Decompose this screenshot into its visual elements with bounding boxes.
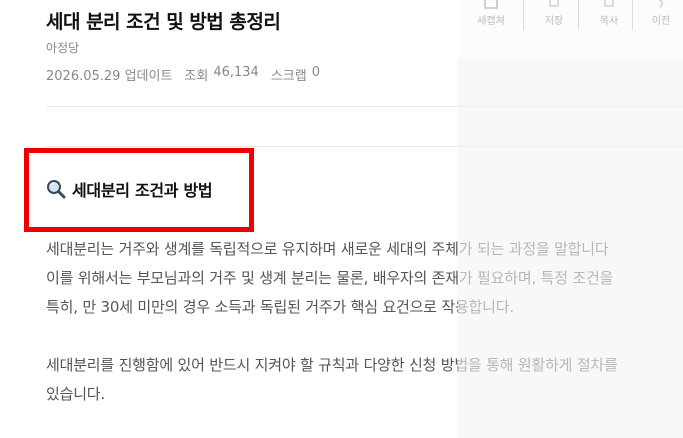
save-label: 저장	[544, 16, 564, 27]
save-button[interactable]: 저장	[529, 0, 579, 27]
save-icon	[549, 0, 559, 7]
article-title: 세대 분리 조건 및 방법 총정리	[46, 11, 281, 33]
scrap-count-value: 0	[311, 65, 320, 80]
new-capture-label: 새캡쳐	[477, 16, 505, 27]
paragraph-line: 있습니다.	[46, 385, 105, 403]
view-count-label: 조회	[184, 69, 209, 84]
copy-button[interactable]: 복사	[584, 0, 634, 27]
scrap-count: 스크랩 0	[271, 65, 320, 84]
view-count-value: 46,134	[213, 65, 259, 80]
undo-label: 이전	[651, 16, 671, 27]
paragraph-line: 특히, 만 30세 미만의 경우 소득과 독립된 거주가 핵심 요건으로 작용합…	[46, 298, 514, 316]
toolbar-divider	[523, 0, 524, 30]
toolbar-divider	[632, 0, 633, 30]
capture-icon	[484, 0, 498, 9]
toolbar-divider	[578, 0, 579, 30]
copy-icon	[604, 0, 614, 7]
article-meta: 2026.05.29 업데이트 조회 46,134 스크랩 0	[46, 65, 320, 84]
update-date: 2026.05.29 업데이트	[46, 69, 173, 84]
capture-toolbar: 새캡쳐 저장 복사 이전	[458, 0, 683, 58]
copy-label: 복사	[599, 16, 619, 27]
undo-icon	[658, 0, 663, 8]
capture-tool-panel: 새캡쳐 저장 복사 이전	[458, 0, 683, 438]
view-count: 조회 46,134	[184, 65, 258, 84]
page: 세대 분리 조건 및 방법 총정리 아정당 2026.05.29 업데이트 조회…	[0, 0, 683, 438]
highlight-annotation-box	[24, 148, 254, 232]
scrap-count-label: 스크랩	[270, 69, 307, 84]
new-capture-button[interactable]: 새캡쳐	[466, 0, 516, 27]
article-author[interactable]: 아정당	[46, 39, 79, 56]
undo-button[interactable]: 이전	[636, 0, 683, 27]
